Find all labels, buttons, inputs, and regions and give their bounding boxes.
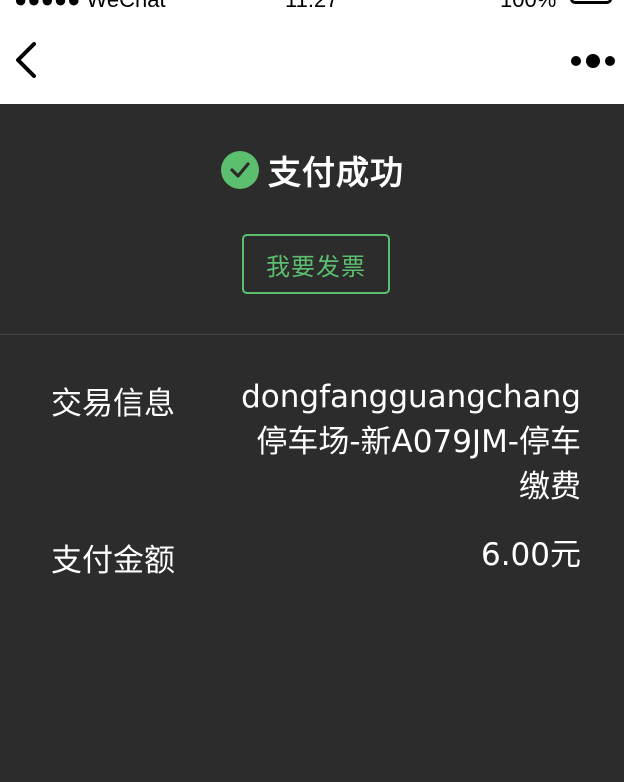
transaction-info-label: 交易信息 (51, 386, 175, 422)
status-carrier: ●●●●● WeChat (14, 0, 166, 8)
back-button[interactable] (10, 38, 44, 82)
chevron-left-icon (16, 42, 36, 78)
status-time: 11:27 (285, 0, 338, 8)
success-header: 支付成功 (0, 149, 624, 192)
payment-amount-label: 支付金额 (51, 543, 175, 579)
more-dots-icon (571, 54, 615, 68)
success-title: 支付成功 (268, 153, 404, 192)
status-battery-percent: 100% (500, 0, 556, 8)
divider (0, 334, 624, 335)
status-bar: ●●●●● WeChat 11:27 100% (0, 0, 624, 8)
navigation-bar (0, 8, 624, 104)
request-invoice-button[interactable]: 我要发票 (242, 234, 390, 294)
more-options-button[interactable] (566, 46, 618, 76)
check-circle-icon (221, 151, 259, 189)
payment-amount-value: 6.00元 (480, 537, 581, 573)
transaction-info-value: dongfangguangchang停车场-新A079JM-停车缴费 (241, 379, 581, 505)
battery-icon (570, 0, 612, 4)
payment-result-panel: 支付成功 我要发票 (0, 104, 624, 334)
